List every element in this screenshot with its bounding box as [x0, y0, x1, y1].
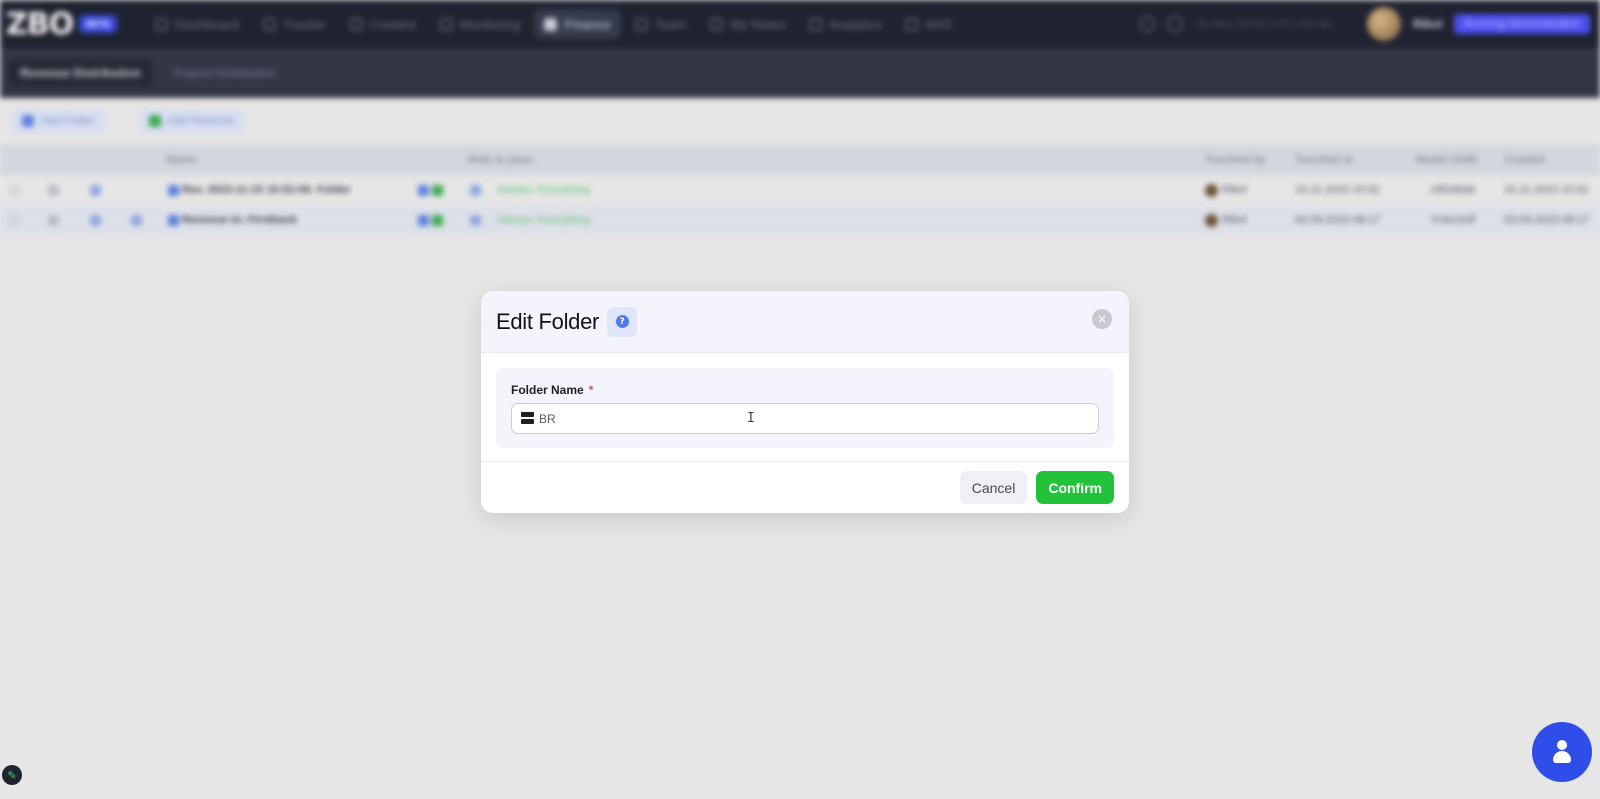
confirm-button[interactable]: Confirm [1036, 471, 1114, 504]
dialog-footer: Cancel Confirm [481, 461, 1129, 513]
modal-overlay[interactable]: Edit Folder ? × Folder Name * I Cancel [0, 0, 1600, 799]
pencil-icon: ✎ [7, 768, 17, 782]
folder-name-field-group: Folder Name * I [496, 368, 1114, 448]
support-button[interactable] [1532, 722, 1592, 782]
folder-name-input[interactable] [539, 411, 1059, 426]
dialog-header: Edit Folder ? × [481, 291, 1129, 353]
folder-name-label: Folder Name * [511, 383, 1099, 397]
dialog-body: Folder Name * I [481, 353, 1129, 463]
server-icon [521, 412, 534, 425]
dialog-title: Edit Folder [496, 308, 600, 334]
cancel-button[interactable]: Cancel [959, 471, 1028, 504]
question-circle-icon: ? [615, 315, 629, 328]
close-icon[interactable]: × [1092, 309, 1112, 329]
folder-name-label-text: Folder Name [511, 383, 584, 397]
edit-button[interactable]: ✎ [2, 765, 22, 785]
text-cursor-icon: I [747, 411, 755, 426]
required-marker: * [588, 383, 594, 397]
user-support-icon [1553, 740, 1571, 764]
folder-name-input-wrapper[interactable]: I [511, 403, 1099, 434]
edit-folder-dialog: Edit Folder ? × Folder Name * I Cancel [481, 291, 1129, 513]
help-button[interactable]: ? [607, 306, 638, 337]
